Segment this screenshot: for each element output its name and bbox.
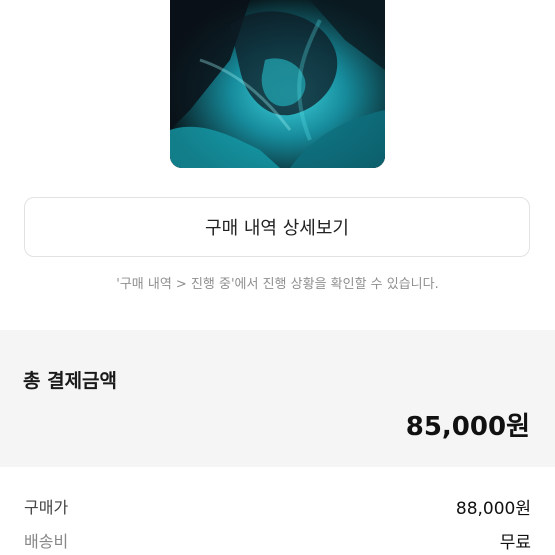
price-label: 구매가: [24, 498, 69, 517]
total-payment-label: 총 결제금액: [23, 370, 118, 392]
total-payment-section: 총 결제금액 85,000원: [0, 330, 555, 467]
total-payment-amount: 85,000원: [405, 412, 530, 442]
purchase-history-detail-button[interactable]: 구매 내역 상세보기: [24, 197, 530, 257]
price-value: 88,000원: [455, 499, 531, 519]
progress-notice: '구매 내역 > 진행 중'에서 진행 상황을 확인할 수 있습니다.: [116, 277, 439, 292]
purchase-history-detail-label: 구매 내역 상세보기: [205, 218, 349, 239]
price-row: 구매가 88,000원: [24, 494, 531, 519]
shipping-value: 무료: [499, 533, 531, 553]
shipping-row: 배송비 무료: [24, 528, 531, 553]
shipping-label: 배송비: [24, 532, 69, 551]
product-photo: [170, 0, 385, 168]
product-image: [170, 0, 385, 168]
